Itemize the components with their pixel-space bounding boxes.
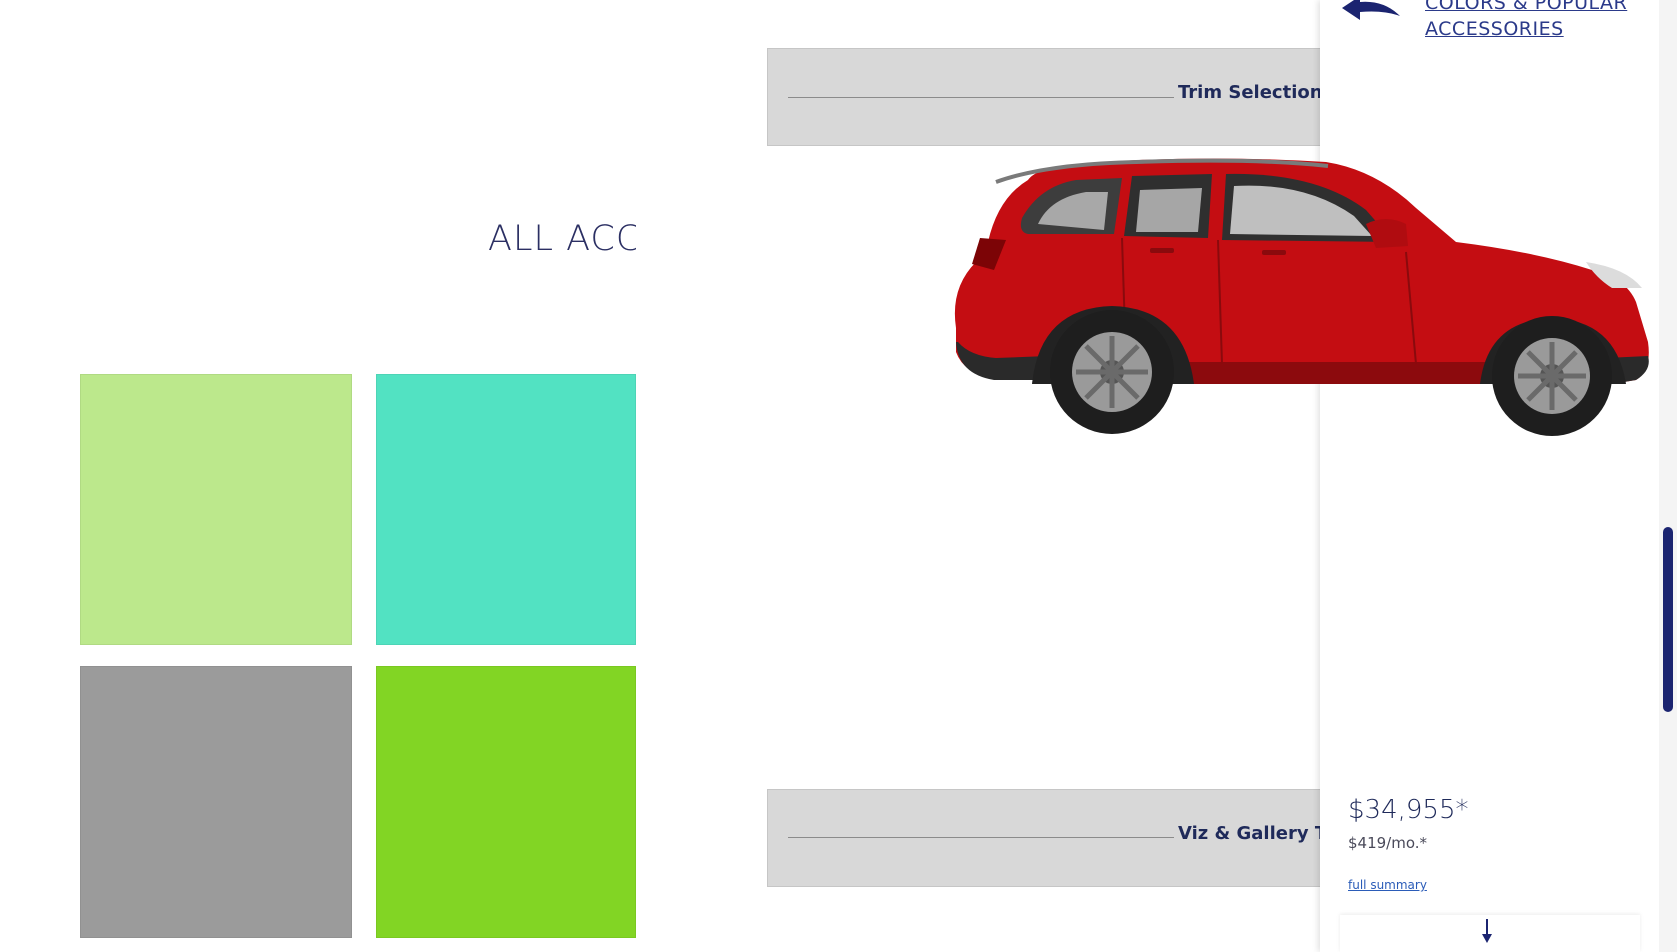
color-swatch-light-green[interactable] [80, 374, 352, 645]
summary-panel: COLORS & POPULAR ACCESSORIES $34,955* $4… [1320, 0, 1660, 952]
color-swatch-grey[interactable] [80, 666, 352, 938]
viz-gallery-placeholder: Viz & Gallery T [767, 789, 1338, 887]
color-swatch-turquoise[interactable] [376, 374, 636, 645]
color-swatch-lime-green[interactable] [376, 666, 636, 938]
trim-selection-label: Trim Selection [1174, 82, 1327, 103]
colors-accessories-link[interactable]: COLORS & POPULAR ACCESSORIES [1425, 0, 1655, 42]
scrollbar-thumb[interactable] [1663, 527, 1673, 712]
back-arrow-icon[interactable] [1338, 0, 1406, 26]
down-arrow-icon[interactable] [1480, 917, 1494, 945]
trim-selection-placeholder: Trim Selection [767, 48, 1338, 146]
section-title: ALL ACC [488, 219, 636, 259]
viz-gallery-label: Viz & Gallery T [1174, 823, 1332, 844]
panel-footer [1340, 915, 1640, 952]
page: ALL ACC Trim Selection Viz & Gallery T C… [0, 0, 1677, 952]
red-suv-image [954, 158, 1649, 436]
scrollbar-track[interactable] [1659, 0, 1677, 952]
full-summary-link[interactable]: full summary [1348, 878, 1427, 892]
monthly-payment: $419/mo.* [1348, 834, 1428, 852]
total-price: $34,955* [1348, 795, 1469, 825]
